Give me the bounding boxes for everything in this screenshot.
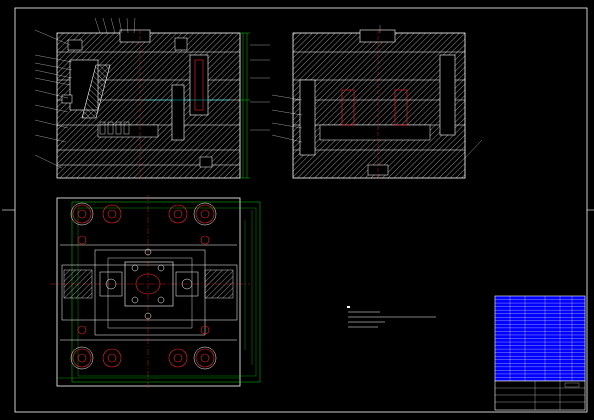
technical-notes [347, 306, 436, 328]
section-view-left [34, 17, 270, 180]
title-block [494, 380, 586, 411]
bill-of-materials [494, 295, 586, 382]
plan-view [50, 195, 261, 390]
cad-drawing-sheet [2, 7, 594, 413]
section-view-right [271, 25, 483, 180]
